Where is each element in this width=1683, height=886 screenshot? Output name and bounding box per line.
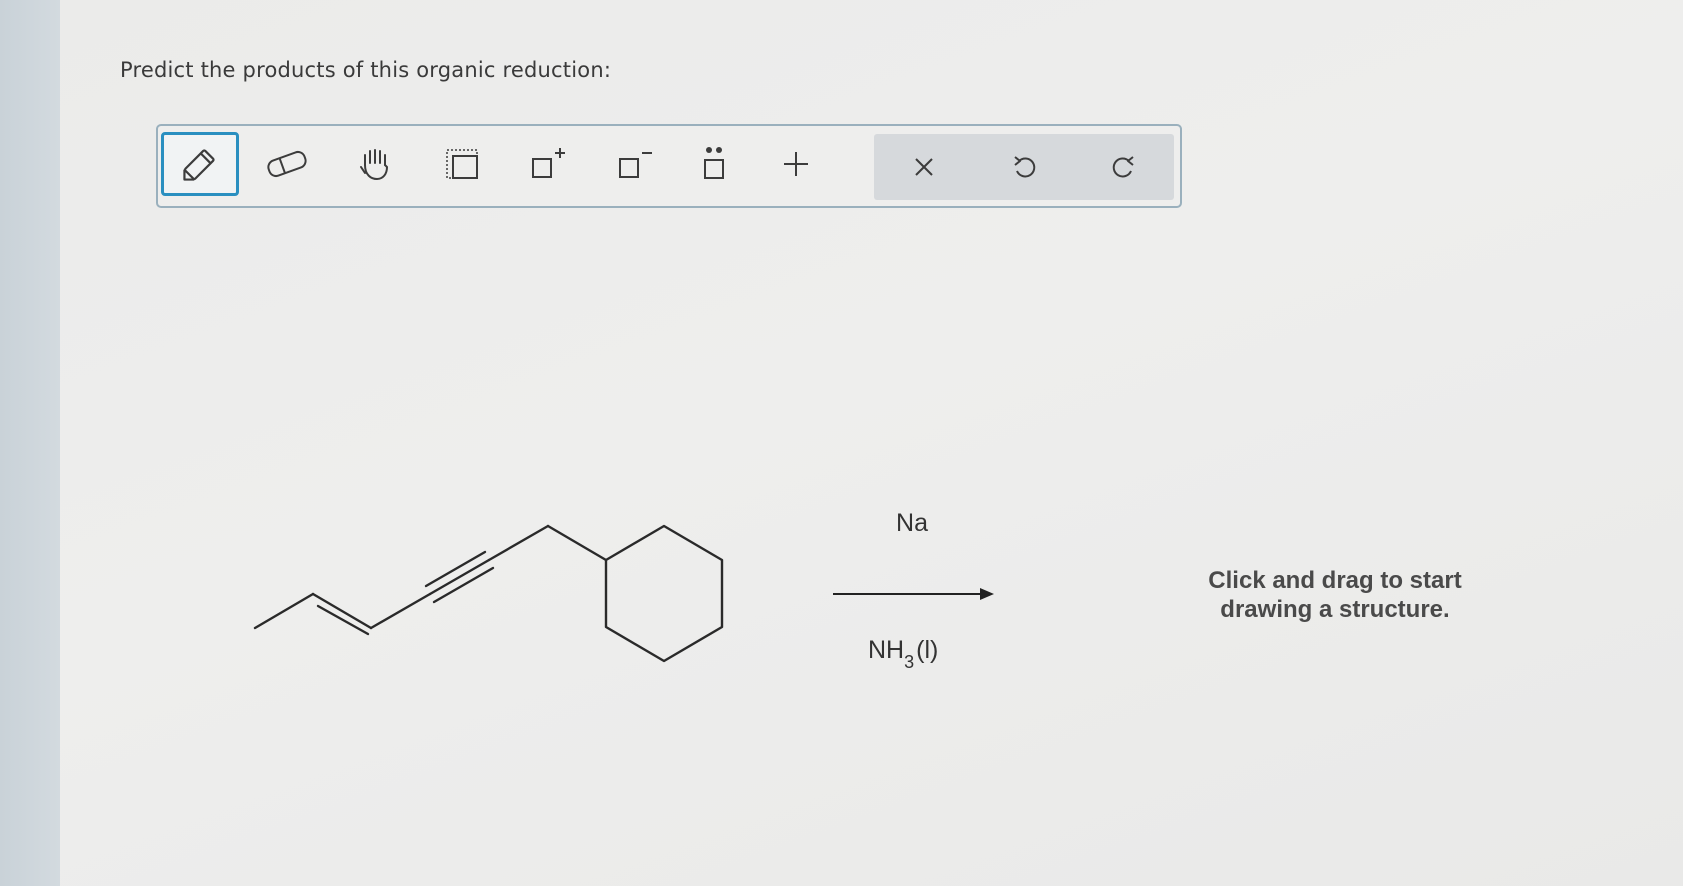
reagent-bottom-subscript: 3 (904, 652, 914, 672)
reagent-bottom-phase: (l) (916, 636, 938, 664)
reaction-arrowhead (980, 588, 994, 600)
reagent-bottom-main: NH (868, 636, 904, 664)
drawing-hint[interactable]: Click and drag to start drawing a struct… (1170, 566, 1500, 624)
reagent-bottom: NH3(l) (868, 636, 938, 672)
drawing-hint-line2: drawing a structure. (1220, 596, 1450, 623)
drawing-hint-line1: Click and drag to start (1208, 567, 1462, 594)
reaction-scheme: Na NH3(l) (253, 509, 994, 672)
reactant-molecule (253, 524, 724, 663)
reagent-top: Na (896, 509, 928, 537)
